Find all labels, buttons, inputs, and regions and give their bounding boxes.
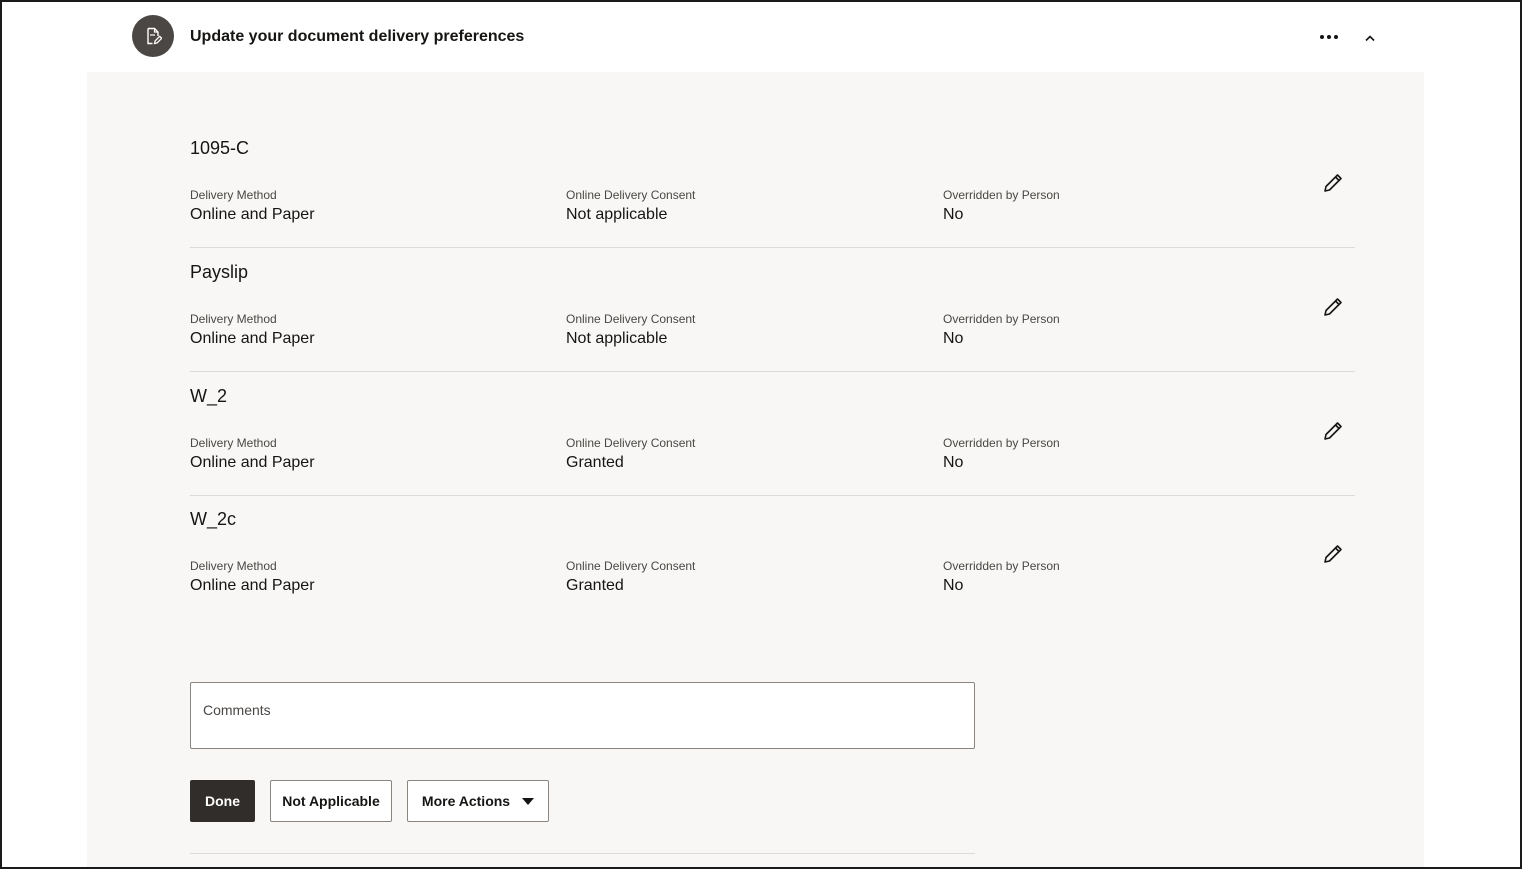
pencil-icon (1324, 298, 1342, 316)
more-actions-button[interactable]: More Actions (407, 780, 549, 822)
document-row-payslip: Payslip Delivery Method Online and Paper… (190, 248, 1355, 372)
field-label: Online Delivery Consent (566, 312, 696, 326)
caret-down-icon (522, 797, 535, 805)
field-label: Overridden by Person (943, 312, 1060, 326)
task-title: Update your document delivery preference… (190, 28, 525, 45)
field-label: Delivery Method (190, 559, 277, 573)
document-name: Payslip (190, 262, 249, 282)
more-options-button[interactable] (1314, 24, 1344, 50)
document-row-w2c: W_2c Delivery Method Online and Paper On… (190, 495, 1355, 619)
field-value: No (943, 454, 964, 471)
field-label: Overridden by Person (943, 188, 1060, 202)
not-applicable-button[interactable]: Not Applicable (270, 780, 392, 822)
delivery-method-field: Delivery Method Online and Paper (190, 312, 315, 349)
overridden-by-person-field: Overridden by Person No (943, 312, 1060, 349)
field-value: Granted (566, 577, 624, 594)
document-row-1095c: 1095-C Delivery Method Online and Paper … (190, 124, 1355, 248)
overridden-by-person-field: Overridden by Person No (943, 436, 1060, 473)
field-value: Online and Paper (190, 330, 315, 347)
field-label: Overridden by Person (943, 436, 1060, 450)
field-label: Online Delivery Consent (566, 188, 696, 202)
field-label: Delivery Method (190, 312, 277, 326)
online-delivery-consent-field: Online Delivery Consent Granted (566, 436, 695, 473)
field-value: No (943, 206, 964, 223)
online-delivery-consent-field: Online Delivery Consent Granted (566, 559, 695, 596)
more-horizontal-icon (1320, 35, 1338, 39)
field-label: Online Delivery Consent (566, 559, 696, 573)
online-delivery-consent-field: Online Delivery Consent Not applicable (566, 188, 695, 225)
pencil-icon (1324, 545, 1342, 563)
comments-field[interactable]: Comments (190, 682, 975, 749)
field-label: Delivery Method (190, 188, 277, 202)
field-value: Granted (566, 454, 624, 471)
online-delivery-consent-field: Online Delivery Consent Not applicable (566, 312, 695, 349)
document-edit-icon (132, 15, 174, 57)
done-button[interactable]: Done (190, 780, 255, 822)
comments-label: Comments (203, 702, 271, 718)
edit-button[interactable] (1321, 542, 1345, 566)
edit-button[interactable] (1321, 295, 1345, 319)
field-value: No (943, 330, 964, 347)
document-name: W_2c (190, 509, 237, 529)
document-row-w2: W_2 Delivery Method Online and Paper Onl… (190, 372, 1355, 496)
field-value: Not applicable (566, 330, 668, 347)
edit-button[interactable] (1321, 171, 1345, 195)
document-name: 1095-C (190, 138, 250, 158)
field-value: No (943, 577, 964, 594)
field-value: Online and Paper (190, 577, 315, 594)
delivery-method-field: Delivery Method Online and Paper (190, 559, 315, 596)
field-value: Online and Paper (190, 454, 315, 471)
chevron-up-icon (1365, 35, 1375, 42)
document-name: W_2 (190, 386, 228, 406)
overridden-by-person-field: Overridden by Person No (943, 188, 1060, 225)
field-label: Delivery Method (190, 436, 277, 450)
field-value: Not applicable (566, 206, 668, 223)
overridden-by-person-field: Overridden by Person No (943, 559, 1060, 596)
divider (190, 853, 975, 854)
edit-button[interactable] (1321, 419, 1345, 443)
field-value: Online and Paper (190, 206, 315, 223)
delivery-method-field: Delivery Method Online and Paper (190, 188, 315, 225)
field-label: Online Delivery Consent (566, 436, 696, 450)
pencil-icon (1324, 174, 1342, 192)
collapse-button[interactable] (1358, 26, 1382, 50)
task-header: Update your document delivery preference… (0, 0, 1522, 72)
delivery-method-field: Delivery Method Online and Paper (190, 436, 315, 473)
field-label: Overridden by Person (943, 559, 1060, 573)
pencil-icon (1324, 422, 1342, 440)
more-actions-label: More Actions (421, 793, 511, 809)
